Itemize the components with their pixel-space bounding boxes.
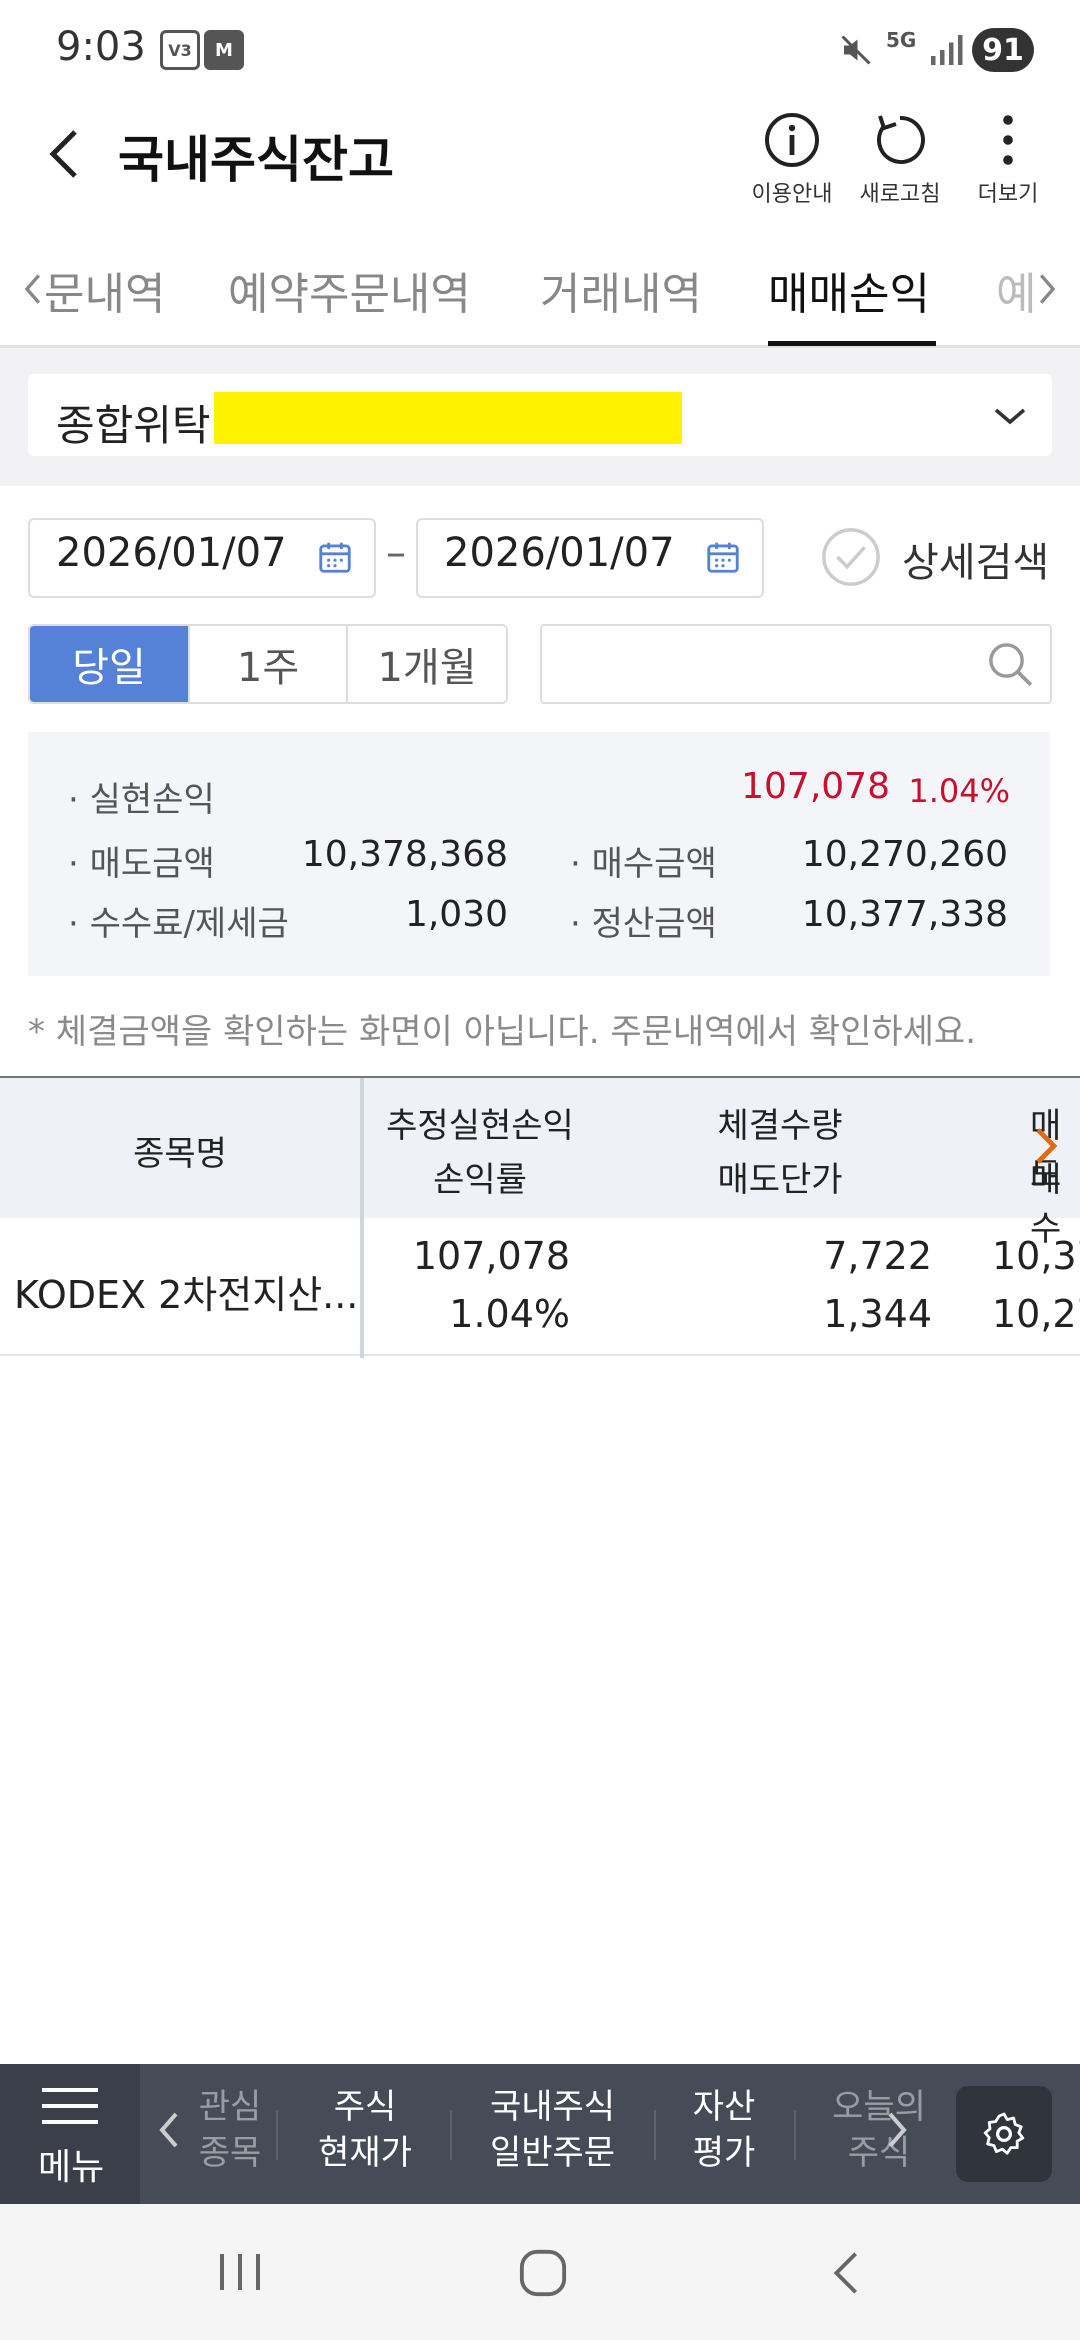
- table-column-divider: [360, 1078, 364, 1358]
- nav-stock-price[interactable]: 주식 현재가: [300, 2084, 430, 2176]
- period-1month-button[interactable]: 1개월: [346, 626, 506, 702]
- recent-apps-icon[interactable]: [214, 2250, 266, 2294]
- network-type: 5G: [886, 28, 917, 52]
- stock-search-input[interactable]: [540, 624, 1052, 704]
- settlement-amount-value: 10,377,338: [801, 894, 1008, 935]
- fee-tax-value: 1,030: [404, 894, 508, 935]
- refresh-button[interactable]: 새로고침: [840, 110, 960, 210]
- account-type-label: 종합위탁: [56, 401, 211, 450]
- detail-search-checkbox[interactable]: [820, 526, 882, 588]
- home-icon[interactable]: [518, 2248, 568, 2298]
- col-header-sell-price: 매도단가: [717, 1160, 843, 1200]
- sell-amount-value: 10,378,368: [301, 834, 508, 875]
- mute-icon: [841, 35, 871, 65]
- calendar-icon[interactable]: [316, 538, 354, 576]
- buy-amount-label: · 매수금액: [570, 844, 717, 884]
- date-separator: –: [386, 530, 406, 576]
- volte-icon: V3: [160, 30, 200, 70]
- realized-pnl-label: · 실현손익: [68, 780, 215, 820]
- more-label: 더보기: [977, 182, 1039, 207]
- tab-next[interactable]: 예: [996, 258, 1036, 322]
- realized-pnl-value: 107,078: [741, 766, 890, 807]
- table-scroll-right-icon[interactable]: [1032, 1126, 1060, 1166]
- info-button[interactable]: 이용안내: [732, 110, 852, 210]
- row-pnl-rate: 1.04%: [449, 1292, 570, 1336]
- fee-tax-label: · 수수료/제세금: [68, 904, 289, 944]
- nav-today-stock[interactable]: 오늘의 주식: [818, 2084, 940, 2176]
- sell-amount-label: · 매도금액: [68, 844, 215, 884]
- status-time: 9:03: [56, 24, 146, 70]
- chevron-down-icon[interactable]: [990, 398, 1030, 434]
- menu-label: 메뉴: [38, 2147, 105, 2188]
- system-back-icon[interactable]: [826, 2248, 866, 2298]
- row-filled-qty: 7,722: [823, 1234, 932, 1278]
- buy-amount-value: 10,270,260: [801, 834, 1008, 875]
- detail-search-label[interactable]: 상세검색: [902, 530, 1049, 588]
- info-icon: [765, 113, 819, 167]
- start-date-text: 2026/01/07: [56, 530, 287, 576]
- row-est-pnl: 107,078: [412, 1234, 570, 1278]
- notice-text: * 체결금액을 확인하는 화면이 아닙니다. 주문내역에서 확인하세요.: [28, 1012, 977, 1052]
- info-label: 이용안내: [751, 182, 833, 207]
- page-title: 국내주식잔고: [118, 131, 394, 189]
- hamburger-icon: [42, 2088, 98, 2124]
- signal-icon: [931, 35, 963, 65]
- calendar-icon[interactable]: [704, 538, 742, 576]
- tab-transactions[interactable]: 거래내역: [540, 258, 702, 322]
- tab-trade-pnl[interactable]: 매매손익: [768, 258, 930, 322]
- period-selector: 당일 1주 1개월: [28, 624, 508, 704]
- row-sell-amount: 10,37: [992, 1234, 1080, 1278]
- nav-watchlist[interactable]: 관심 종목: [170, 2084, 290, 2176]
- tab-order-history[interactable]: 문내역: [44, 258, 165, 322]
- refresh-icon: [876, 115, 925, 164]
- status-bar: 9:03 V3 M 5G 91: [0, 0, 1080, 100]
- row-stock-name[interactable]: KODEX 2차전지산...: [14, 1264, 358, 1319]
- realized-pnl-rate: 1.04%: [908, 772, 1010, 810]
- col-header-filled-qty: 체결수량: [717, 1106, 843, 1146]
- gear-icon: [983, 2112, 1025, 2155]
- more-vert-icon: [1003, 115, 1013, 165]
- tab-reserved-orders[interactable]: 예약주문내역: [228, 258, 471, 322]
- tab-scroll-right-icon[interactable]: [1036, 272, 1060, 306]
- account-number-redacted: [214, 392, 682, 444]
- settlement-amount-label: · 정산금액: [570, 904, 717, 944]
- nav-separator: [654, 2110, 656, 2160]
- more-button[interactable]: 더보기: [948, 110, 1068, 210]
- row-buy-amount: 10,27: [992, 1292, 1080, 1336]
- col-header-stock-name: 종목명: [133, 1134, 227, 1174]
- mstock-app-icon: M: [204, 30, 244, 70]
- nav-scroll-right-icon[interactable]: [886, 2110, 910, 2150]
- refresh-label: 새로고침: [859, 182, 941, 207]
- nav-separator: [276, 2110, 278, 2160]
- nav-asset-eval[interactable]: 자산 평가: [674, 2084, 774, 2176]
- battery-indicator: 91: [972, 28, 1034, 72]
- row-sell-price: 1,344: [823, 1292, 932, 1336]
- period-today-button[interactable]: 당일: [30, 626, 188, 702]
- nav-separator: [450, 2110, 452, 2160]
- back-icon[interactable]: [40, 124, 90, 184]
- end-date-text: 2026/01/07: [444, 530, 675, 576]
- period-1week-button[interactable]: 1주: [188, 626, 346, 702]
- tab-scroll-left-icon[interactable]: [20, 272, 44, 306]
- nav-separator: [794, 2110, 796, 2160]
- col-header-est-pnl: 추정실현손익: [386, 1106, 574, 1146]
- col-header-pnl-rate: 손익률: [433, 1160, 527, 1200]
- nav-domestic-order[interactable]: 국내주식 일반주문: [470, 2084, 635, 2176]
- active-tab-indicator: [768, 341, 936, 346]
- search-icon[interactable]: [984, 638, 1036, 690]
